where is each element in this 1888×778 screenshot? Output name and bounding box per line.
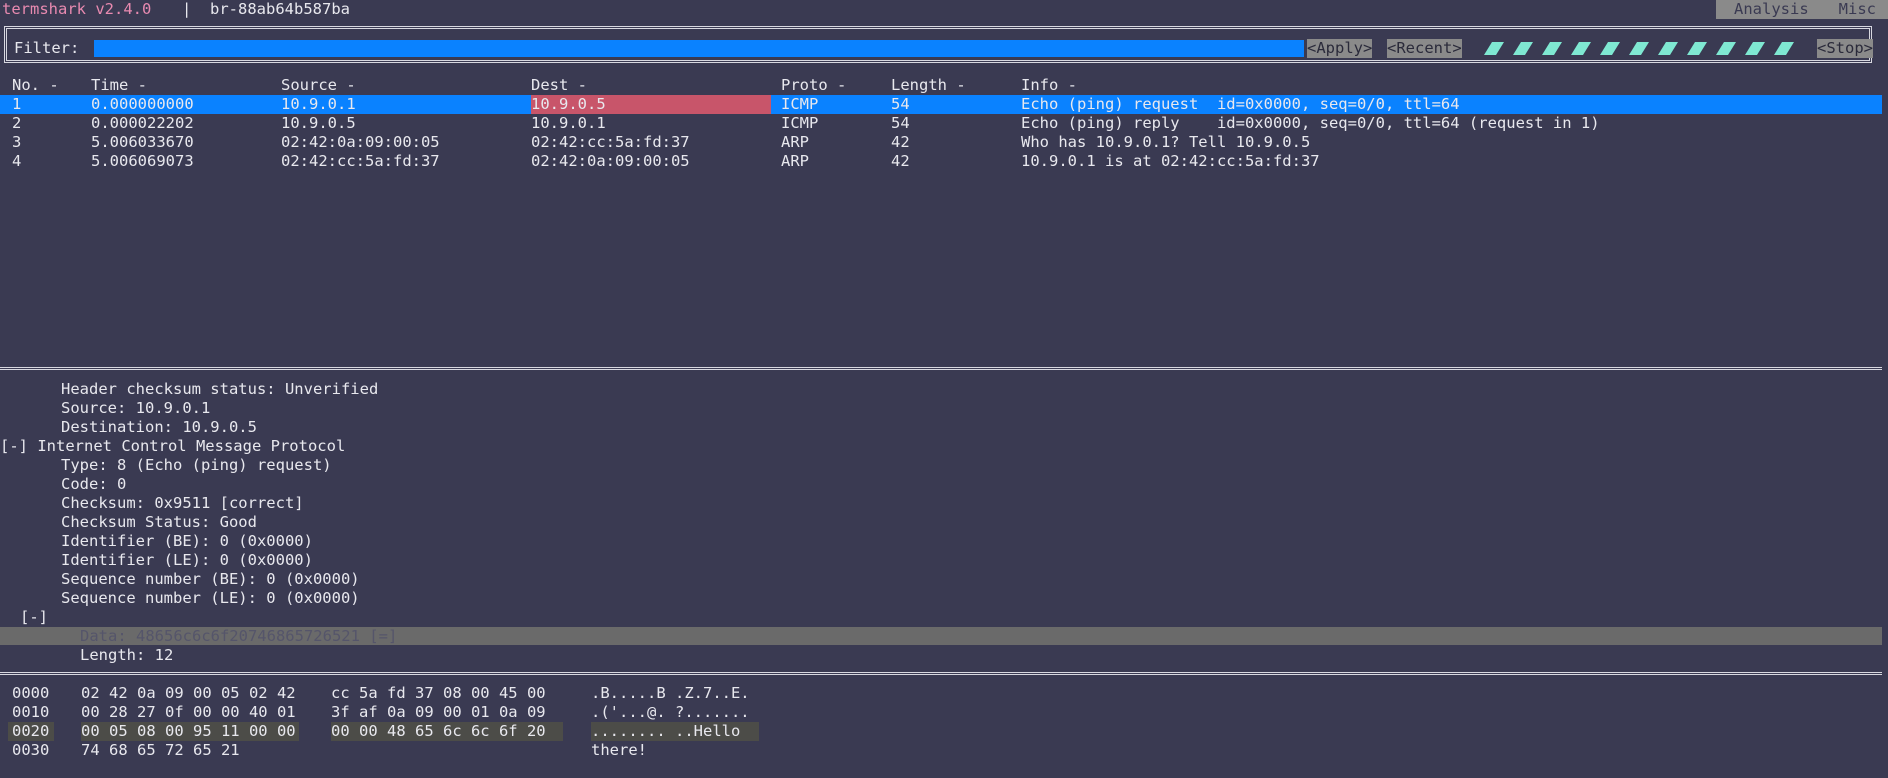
detail-line[interactable]: Identifier (BE): 0 (0x0000) [61,532,313,551]
packet-info: Echo (ping) request id=0x0000, seq=0/0, … [1021,95,1460,113]
filter-input[interactable] [94,40,1304,57]
hex-bytes[interactable]: 3f af 0a 09 00 01 0a 09 [331,703,546,722]
detail-line[interactable]: Length: 12 [80,646,173,665]
packet-no: 2 [12,114,22,132]
menu-analysis[interactable]: Analysis [1716,0,1821,19]
packet-no: 3 [12,133,22,151]
packet-length: 54 [891,95,910,113]
packet-dest: 02:42:0a:09:00:05 [531,152,690,170]
detail-line[interactable]: Code: 0 [61,475,126,494]
capture-progress-indicator [1484,42,1809,55]
detail-data-row[interactable]: Data: 48656c6c6f20746865726521 [=] [0,627,1882,645]
packet-time: 5.006069073 [91,152,194,170]
hex-bytes[interactable]: 00 05 08 00 95 11 00 00 [81,722,296,741]
column-proto[interactable]: Proto - [781,76,846,95]
detail-line[interactable]: Destination: 10.9.0.5 [61,418,257,437]
hex-bytes[interactable]: 74 68 65 72 65 21 [81,741,240,760]
packet-proto: ARP [781,133,809,151]
hex-ascii[interactable]: .('...@. ?....... [591,703,750,722]
packet-length: 42 [891,133,910,151]
hex-ascii[interactable]: ........ ..Hello [591,722,750,741]
menu-bar: Analysis Misc [1716,0,1888,19]
recent-button[interactable]: <Recent> [1387,39,1462,58]
hex-offset: 0020 [12,722,50,740]
detail-line[interactable]: Source: 10.9.0.1 [61,399,210,418]
detail-tree-toggle[interactable]: [-] Internet Control Message Protocol [0,437,345,456]
packet-proto: ICMP [781,95,819,113]
packet-length: 54 [891,114,910,132]
pane-divider[interactable] [0,672,1882,675]
packet-row[interactable]: 3 5.006033670 02:42:0a:09:00:05 02:42:cc… [0,133,1882,152]
packet-row[interactable]: 4 5.006069073 02:42:cc:5a:fd:37 02:42:0a… [0,152,1882,171]
detail-line[interactable]: Sequence number (BE): 0 (0x0000) [61,570,360,589]
app-title: termshark v2.4.0 [2,0,152,18]
detail-line[interactable]: Type: 8 (Echo (ping) request) [61,456,332,475]
hex-bytes[interactable]: cc 5a fd 37 08 00 45 00 [331,684,546,703]
packet-dest: 10.9.0.1 [531,114,606,132]
column-length[interactable]: Length - [891,76,966,95]
packet-time: 0.000022202 [91,114,194,132]
hex-ascii[interactable]: .B.....B .Z.7..E. [591,684,750,703]
hex-bytes[interactable]: 02 42 0a 09 00 05 02 42 [81,684,296,703]
title-separator: | [182,0,192,18]
packet-time: 0.000000000 [91,95,194,113]
column-info[interactable]: Info - [1021,76,1077,95]
pane-divider[interactable] [0,367,1882,370]
interface-name: br-88ab64b587ba [210,0,350,18]
packet-dest: 10.9.0.5 [531,95,606,113]
column-dest[interactable]: Dest - [531,76,587,95]
hex-ascii[interactable]: there! [591,741,647,760]
packet-source: 02:42:0a:09:00:05 [281,133,440,151]
packet-no: 4 [12,152,22,170]
detail-line[interactable]: Checksum: 0x9511 [correct] [61,494,304,513]
apply-button[interactable]: <Apply> [1307,39,1373,58]
filter-bar: Filter: <Apply> <Recent> <Stop> [4,26,1873,63]
packet-source: 10.9.0.5 [281,114,356,132]
hex-bytes[interactable]: 00 28 27 0f 00 00 40 01 [81,703,296,722]
packet-source: 10.9.0.1 [281,95,356,113]
packet-row[interactable]: 2 0.000022202 10.9.0.5 10.9.0.1 ICMP 54 … [0,114,1882,133]
column-time[interactable]: Time - [91,76,147,95]
column-no[interactable]: No. - [12,76,59,95]
packet-proto: ARP [781,152,809,170]
packet-row[interactable]: 1 0.000000000 10.9.0.1 10.9.0.5 ICMP 54 … [0,95,1882,114]
detail-tree-toggle[interactable]: [-] [20,608,48,627]
packet-source: 02:42:cc:5a:fd:37 [281,152,440,170]
packet-length: 42 [891,152,910,170]
detail-line[interactable]: Identifier (LE): 0 (0x0000) [61,551,313,570]
packet-info: Who has 10.9.0.1? Tell 10.9.0.5 [1021,133,1311,151]
stop-button[interactable]: <Stop> [1817,39,1873,58]
detail-line[interactable]: Checksum Status: Good [61,513,257,532]
detail-line[interactable]: Sequence number (LE): 0 (0x0000) [61,589,360,608]
hex-offset: 0030 [12,741,50,759]
packet-no: 1 [12,95,22,113]
packet-dest: 02:42:cc:5a:fd:37 [531,133,690,151]
menu-misc[interactable]: Misc [1821,0,1888,19]
filter-label: Filter: [14,39,80,57]
hex-bytes[interactable]: 00 00 48 65 6c 6c 6f 20 [331,722,546,741]
packet-list-header: No. - Time - Source - Dest - Proto - Len… [0,76,1882,95]
hex-offset: 0010 [12,703,50,721]
packet-info: Echo (ping) reply id=0x0000, seq=0/0, tt… [1021,114,1600,132]
packet-info: 10.9.0.1 is at 02:42:cc:5a:fd:37 [1021,152,1320,170]
hex-offset: 0000 [12,684,50,702]
packet-proto: ICMP [781,114,819,132]
column-source[interactable]: Source - [281,76,356,95]
packet-time: 5.006033670 [91,133,194,151]
detail-data-line: Data: 48656c6c6f20746865726521 [=] [80,627,398,645]
detail-line[interactable]: Header checksum status: Unverified [61,380,378,399]
